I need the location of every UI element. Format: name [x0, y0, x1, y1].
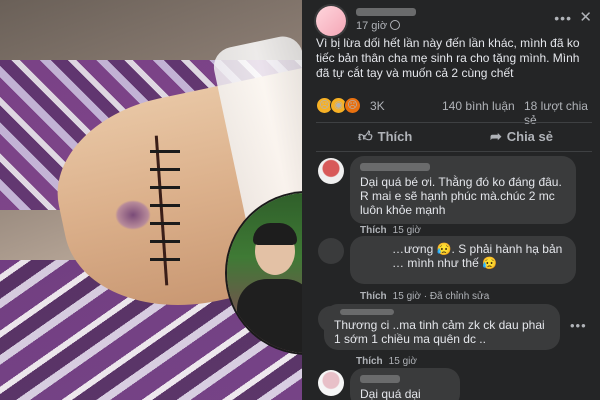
angry-icon: ☹ — [344, 97, 361, 114]
post-header: 17 giờ ••• ✕ — [316, 6, 592, 40]
close-icon[interactable]: ✕ — [579, 8, 592, 26]
reaction-icons[interactable]: ☹ ◉ ☹ — [316, 97, 361, 115]
comment-meta: Thích 15 giờ — [356, 356, 417, 367]
post-photo[interactable] — [0, 0, 302, 400]
comment-meta: Thích 15 giờ · Đã chỉnh sửa — [360, 291, 490, 302]
comment-like-link[interactable]: Thích — [360, 225, 387, 236]
comment-like-link[interactable]: Thích — [360, 291, 387, 302]
like-button[interactable]: 👍︎ Thích — [358, 128, 412, 145]
comment-time[interactable]: 15 giờ — [393, 291, 421, 302]
share-icon: ➦ — [490, 128, 502, 144]
stitch-mark — [150, 150, 180, 153]
globe-icon — [390, 20, 401, 30]
bruise-mark — [115, 200, 151, 230]
author-name-redacted[interactable] — [356, 8, 416, 16]
reaction-count[interactable]: 3K — [370, 99, 385, 113]
commenter-name-redacted[interactable] — [340, 309, 394, 315]
stitch-mark — [150, 240, 180, 243]
comment-like-link[interactable]: Thích — [356, 356, 383, 367]
comment-text: Dại quá dại — [360, 387, 421, 400]
comment-time[interactable]: 15 giờ — [393, 225, 421, 236]
divider — [316, 151, 592, 152]
stitch-mark — [150, 222, 180, 225]
share-button[interactable]: ➦ Chia sẻ — [490, 128, 553, 145]
divider — [316, 122, 592, 123]
stitch-mark — [150, 204, 180, 207]
comment-text: Thương ci ..ma tinh cảm zk ck dau phai 1… — [334, 318, 545, 346]
post-stats: ☹ ◉ ☹ 3K 140 bình luận 18 lượt chia sẻ — [316, 97, 592, 127]
comment-bubble: Dại quá dại — [350, 368, 460, 400]
commenter-name-redacted[interactable] — [360, 163, 430, 171]
stitch-mark — [150, 186, 180, 189]
stitch-mark — [150, 258, 180, 261]
comment-meta: Thích 15 giờ — [360, 225, 421, 236]
man-figure — [237, 213, 302, 353]
comment-text: …ương 😥. S phải hành hạ bản … mình như t… — [392, 242, 563, 270]
commenter-name-redacted[interactable] — [360, 375, 400, 383]
comment-bubble: …ương 😥. S phải hành hạ bản … mình như t… — [350, 236, 576, 284]
post-text: Vì bị lừa dối hết lần này đến lần khác, … — [316, 36, 580, 80]
comments-count[interactable]: 140 bình luận — [442, 99, 515, 113]
commenter-avatar[interactable] — [318, 158, 344, 184]
post-panel: 17 giờ ••• ✕ Vì bị lừa dối hết lần này đ… — [302, 0, 600, 400]
more-options-icon[interactable]: ••• — [554, 10, 572, 26]
post-actions: 👍︎ Thích ➦ Chia sẻ — [316, 126, 592, 150]
comment-bubble: Thương ci ..ma tinh cảm zk ck dau phai 1… — [324, 304, 560, 350]
thumbs-up-icon: 👍︎ — [358, 128, 373, 144]
stitch-mark — [150, 168, 180, 171]
edited-label: Đã chỉnh sửa — [429, 291, 490, 302]
comment-more-icon[interactable]: ••• — [570, 318, 587, 333]
comment-time[interactable]: 15 giờ — [389, 356, 417, 367]
author-avatar[interactable] — [316, 6, 346, 36]
comment-text: Dại quá bé ơi. Thằng đó ko đáng đâu. R m… — [360, 175, 562, 217]
comment-bubble: Dại quá bé ơi. Thằng đó ko đáng đâu. R m… — [350, 156, 576, 224]
commenter-avatar[interactable] — [318, 238, 344, 264]
post-time[interactable]: 17 giờ — [356, 20, 387, 32]
post-meta: 17 giờ — [356, 20, 401, 32]
commenter-avatar[interactable] — [318, 370, 344, 396]
